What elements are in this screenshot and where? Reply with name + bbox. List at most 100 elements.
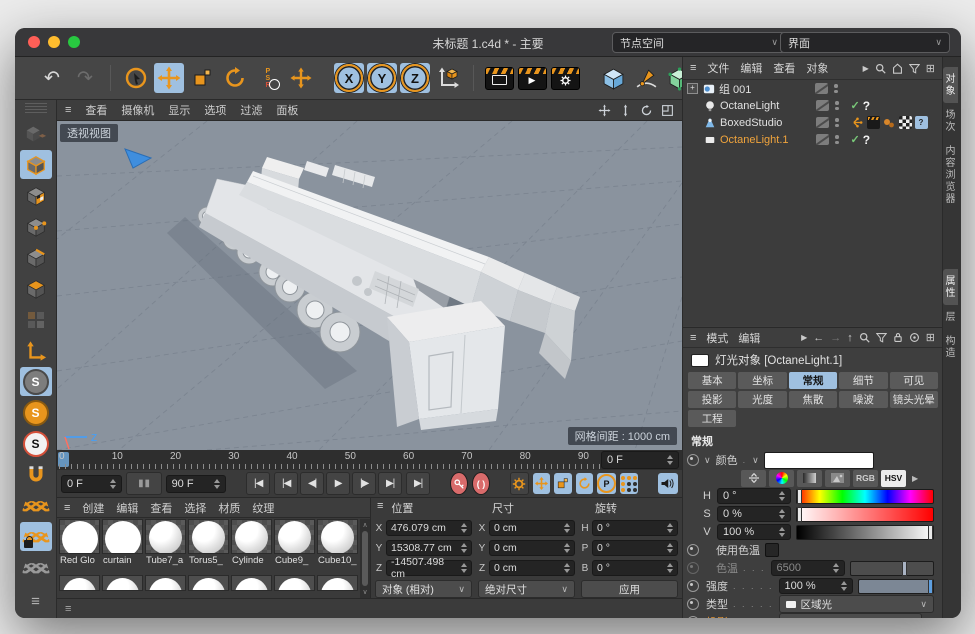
tab-attributes[interactable]: 属性 xyxy=(943,269,958,305)
size-mode-dropdown[interactable]: 绝对尺寸∨ xyxy=(478,580,575,598)
edge-mode-button[interactable] xyxy=(20,243,52,272)
spline-pen-menu[interactable] xyxy=(631,63,661,93)
animate-dot-icon[interactable] xyxy=(687,454,699,466)
enable-snap-button[interactable]: S xyxy=(20,367,52,396)
menu-material[interactable]: 材质 xyxy=(218,500,240,516)
size-y-field[interactable]: 0 cm xyxy=(489,540,575,556)
sound-toggle[interactable] xyxy=(658,473,678,494)
object-row-light[interactable]: OctaneLight ✓ ? xyxy=(683,97,942,114)
back-icon[interactable]: ← xyxy=(813,332,824,344)
key-parameter-toggle[interactable]: P xyxy=(597,473,616,494)
slider-handle[interactable] xyxy=(928,525,933,540)
menu-view[interactable]: 查看 xyxy=(773,60,795,76)
target-icon[interactable] xyxy=(909,332,920,343)
compositing-tag-icon[interactable] xyxy=(899,116,912,129)
render-picture-viewer-button[interactable]: ▶ xyxy=(517,63,547,93)
status-menu-icon[interactable]: ≡ xyxy=(65,603,71,615)
material-item[interactable] xyxy=(145,575,186,591)
render-tag-icon[interactable] xyxy=(867,116,880,129)
spinner[interactable] xyxy=(837,581,847,591)
key-rotation-toggle[interactable] xyxy=(576,473,593,494)
expand-icon[interactable]: + xyxy=(687,83,698,94)
key-pla-toggle[interactable] xyxy=(620,473,637,494)
rotate-view-icon[interactable] xyxy=(640,104,653,117)
material-item[interactable] xyxy=(102,575,143,591)
filter-icon[interactable] xyxy=(909,63,920,74)
object-row-group[interactable]: + 组 001 xyxy=(683,80,942,97)
scrollbar-thumb[interactable] xyxy=(362,531,368,586)
tab-photometric[interactable]: 光度 xyxy=(738,391,786,408)
saturation-field[interactable]: 0 % xyxy=(717,506,791,522)
z-axis-lock-button[interactable]: Z xyxy=(400,63,430,93)
tab-coordinates[interactable]: 坐标 xyxy=(738,372,786,389)
undo-button[interactable]: ↶ xyxy=(37,63,67,93)
menu-texture[interactable]: 纹理 xyxy=(252,500,274,516)
material-menu-icon[interactable]: ≡ xyxy=(64,502,70,514)
menu-options[interactable]: 选项 xyxy=(204,102,226,118)
slider-handle[interactable] xyxy=(928,579,933,594)
tab-visibility[interactable]: 可见 xyxy=(890,372,938,389)
spinner[interactable] xyxy=(457,523,467,533)
color-value-swatch[interactable] xyxy=(764,452,874,469)
animate-dot-icon[interactable] xyxy=(687,580,699,592)
key-scale-toggle[interactable] xyxy=(554,473,571,494)
menu-edit[interactable]: 编辑 xyxy=(116,500,138,516)
image-picker-button[interactable] xyxy=(825,470,850,487)
add-panel-icon[interactable]: ⊞ xyxy=(926,62,935,75)
menu-display[interactable]: 显示 xyxy=(168,102,190,118)
tab-shadow[interactable]: 投影 xyxy=(688,391,736,408)
tab-general[interactable]: 常规 xyxy=(789,372,837,389)
spinner[interactable] xyxy=(457,543,467,553)
range-slider[interactable]: ▮ ▮ xyxy=(126,472,162,495)
lock-icon[interactable] xyxy=(893,332,903,343)
spinner[interactable] xyxy=(663,523,673,533)
render-settings-button[interactable] xyxy=(550,63,580,93)
spinner[interactable] xyxy=(106,479,116,489)
polygon-mode-button[interactable] xyxy=(20,274,52,303)
spinner[interactable] xyxy=(775,527,785,537)
menu-filter[interactable]: 过滤 xyxy=(240,102,262,118)
last-tool-button[interactable] xyxy=(286,63,316,93)
scroll-more-icon[interactable]: ∨ xyxy=(927,617,934,619)
temperature-field[interactable]: 6500 xyxy=(771,560,845,576)
rotation-p-field[interactable]: 0 ° xyxy=(592,540,678,556)
value-field[interactable]: 100 % xyxy=(717,524,791,540)
tab-takes[interactable]: 场次 xyxy=(943,103,958,139)
rgb-mode-button[interactable]: RGB xyxy=(853,470,878,487)
material-item[interactable]: Cube9_ xyxy=(274,519,315,573)
value-slider[interactable] xyxy=(796,525,934,540)
object-row-studio[interactable]: BoxedStudio ? xyxy=(683,114,942,131)
size-x-field[interactable]: 0 cm xyxy=(489,520,575,536)
spinner[interactable] xyxy=(560,543,570,553)
intensity-slider[interactable] xyxy=(858,579,934,594)
next-frame-button[interactable]: |▶ xyxy=(352,472,376,495)
rotate-tool[interactable] xyxy=(220,63,250,93)
xpresso-tag-icon[interactable] xyxy=(851,116,864,129)
hue-field[interactable]: 0 ° xyxy=(717,488,791,504)
material-item[interactable]: curtain xyxy=(102,519,143,573)
snap-settings-button[interactable]: S xyxy=(20,398,52,427)
zoom-view-icon[interactable] xyxy=(619,104,632,117)
size-z-field[interactable]: 0 cm xyxy=(489,560,575,576)
intensity-field[interactable]: 100 % xyxy=(779,578,853,594)
enabled-check-icon[interactable]: ✓ xyxy=(851,133,860,146)
slider-handle[interactable] xyxy=(902,561,907,576)
material-tag-icon[interactable] xyxy=(883,116,896,129)
tab-details[interactable]: 细节 xyxy=(839,372,887,389)
filter-icon[interactable] xyxy=(876,332,887,343)
timeline-ruler[interactable]: 0 10 20 30 40 50 60 70 80 90 0 F xyxy=(57,450,682,471)
selected-tag-icon[interactable]: ? xyxy=(915,116,928,129)
tab-layers[interactable]: 层 xyxy=(943,305,958,329)
spinner[interactable] xyxy=(663,543,673,553)
light-type-dropdown[interactable]: 区域光 ∨ xyxy=(779,595,934,613)
scale-tool[interactable] xyxy=(187,63,217,93)
toggle-views-icon[interactable] xyxy=(661,104,674,117)
color-wheel-button[interactable] xyxy=(769,470,794,487)
scroll-down-icon[interactable]: ∨ xyxy=(362,588,367,596)
start-frame-field[interactable]: 0 F xyxy=(61,475,122,493)
compact-mode-button[interactable] xyxy=(741,470,766,487)
goto-end-button[interactable]: ▶| xyxy=(406,472,430,495)
autokey-button[interactable]: ( ) xyxy=(472,472,490,495)
material-scrollbar[interactable]: ∧ ∨ xyxy=(360,519,370,598)
primitive-cube-menu[interactable] xyxy=(598,63,628,93)
